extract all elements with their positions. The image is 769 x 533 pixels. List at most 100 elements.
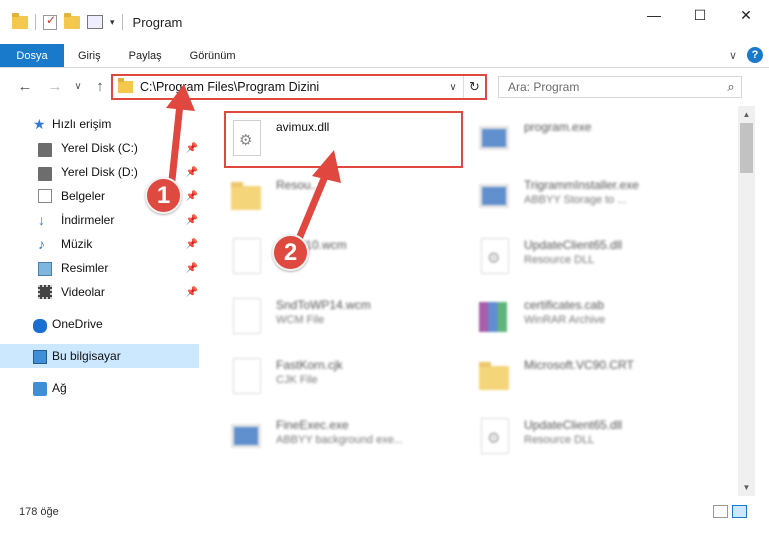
tab-file[interactable]: Dosya [0, 44, 64, 67]
highlight-box [224, 111, 463, 168]
file-type: ABBYY background exe... [276, 434, 403, 446]
pin-icon[interactable]: 📌 [186, 263, 198, 274]
sidebar-item-music[interactable]: ♪ Müzik 📌 [0, 232, 200, 256]
sidebar-item-videos[interactable]: Videolar 📌 [0, 280, 200, 304]
file-name: SndToWP14.wcm [276, 298, 371, 312]
recent-locations-icon[interactable]: ∨ [69, 81, 87, 92]
sidebar-item-label: Bu bilgisayar [52, 349, 121, 363]
sidebar-item-this-pc[interactable]: Bu bilgisayar [0, 344, 199, 368]
pin-icon[interactable]: 📌 [186, 191, 198, 202]
sidebar-item-onedrive[interactable]: OneDrive [0, 312, 200, 336]
file-type: WCM File [276, 314, 325, 326]
document-icon [231, 298, 263, 338]
back-arrow-icon[interactable]: ← [16, 78, 34, 95]
file-tile[interactable]: certificates.cab WinRAR Archive [475, 290, 711, 346]
ribbon-tabs: Dosya Giriş Paylaş Görünüm ∨ ? [0, 44, 769, 68]
sidebar-item-network[interactable]: Ağ [0, 376, 200, 400]
navigation-bar: ← → ∨ ↑ C:\Program Files\Program Dizini … [0, 68, 769, 106]
details-view-icon[interactable] [713, 505, 728, 518]
star-icon: ★ [33, 116, 46, 132]
view-switcher [713, 505, 747, 518]
scroll-down-icon[interactable]: ▼ [738, 479, 755, 496]
refresh-icon[interactable]: ↻ [463, 76, 485, 98]
sidebar-item-label: Yerel Disk (D:) [61, 165, 138, 179]
exe-icon [231, 418, 263, 458]
tab-view[interactable]: Görünüm [176, 44, 250, 67]
file-name: UpdateClient65.dll [524, 418, 623, 432]
file-tile[interactable]: SndToWP14.wcm WCM File [227, 290, 463, 346]
forward-arrow-icon[interactable]: → [46, 78, 64, 95]
ribbon-right-controls: ∨ ? [729, 47, 763, 63]
file-tile[interactable]: FineExec.exe ABBYY background exe... [227, 410, 463, 466]
file-tile[interactable]: program.exe [475, 112, 711, 168]
scroll-up-icon[interactable]: ▲ [738, 106, 755, 123]
expand-ribbon-icon[interactable]: ∨ [729, 49, 737, 62]
navigation-pane: ★ Hızlı erişim Yerel Disk (C:) 📌 Yerel D… [0, 106, 203, 496]
file-name: UpdateClient65.dll [524, 238, 623, 252]
status-bar: 178 öğe [0, 500, 769, 524]
downloads-icon: ↓ [38, 212, 45, 228]
toolbar-separator [121, 14, 123, 30]
search-input[interactable]: Ara: Program [508, 80, 721, 94]
sidebar-item-label: Belgeler [61, 189, 106, 203]
address-path[interactable]: C:\Program Files\Program Dizini [140, 80, 443, 94]
tab-home[interactable]: Giriş [64, 44, 115, 67]
file-name: Microsoft.VC90.CRT [524, 358, 634, 372]
help-icon[interactable]: ? [747, 47, 763, 63]
pin-icon[interactable]: 📌 [186, 143, 198, 154]
properties-check-icon[interactable] [43, 13, 57, 30]
file-name: FineExec.exe [276, 418, 349, 432]
scrollbar-thumb[interactable] [740, 123, 753, 173]
computer-icon [33, 349, 47, 364]
file-tile[interactable]: UpdateClient65.dll Resource DLL [475, 410, 711, 466]
sidebar-item-label: Videolar [61, 285, 105, 299]
item-count: 178 öğe [19, 506, 59, 518]
sidebar-item-pictures[interactable]: Resimler 📌 [0, 256, 200, 280]
file-name: TrigrammInstaller.exe [524, 178, 639, 192]
drive-icon [38, 166, 52, 181]
file-name: certificates.cab [524, 298, 605, 312]
dll-gear-icon [479, 238, 511, 278]
up-arrow-icon[interactable]: ↑ [91, 78, 109, 95]
drive-icon [38, 142, 52, 157]
view-options-icon[interactable] [87, 15, 103, 29]
pin-icon[interactable]: 📌 [186, 215, 198, 226]
tiles-view-icon[interactable] [732, 505, 747, 518]
address-bar[interactable]: C:\Program Files\Program Dizini ∨ ↻ [111, 74, 487, 100]
address-dropdown-icon[interactable]: ∨ [443, 82, 463, 93]
file-tile[interactable]: Microsoft.VC90.CRT [475, 350, 711, 406]
pin-icon[interactable]: 📌 [186, 287, 198, 298]
network-icon [33, 382, 47, 396]
file-type: Resource DLL [524, 434, 595, 446]
quick-access-toolbar: ▾ [12, 0, 123, 44]
folder-icon [479, 358, 511, 398]
close-button[interactable]: ✕ [723, 0, 769, 30]
file-tile[interactable]: FastKorn.cjk CJK File [227, 350, 463, 406]
file-tile[interactable]: ...WP10.wcm ...File [227, 230, 463, 286]
customize-toolbar-dropdown-icon[interactable]: ▾ [110, 17, 115, 28]
title-bar: ▾ Program — ☐ ✕ [0, 0, 769, 44]
sidebar-item-label: Ağ [52, 381, 67, 395]
step-1-badge: 1 [145, 177, 182, 214]
file-tile[interactable]: TrigrammInstaller.exe ABBYY Storage to .… [475, 170, 711, 226]
vertical-scrollbar[interactable]: ▲ ▼ [738, 106, 755, 496]
tab-share[interactable]: Paylaş [115, 44, 176, 67]
folder-icon[interactable] [12, 12, 28, 29]
maximize-button[interactable]: ☐ [677, 0, 723, 30]
sidebar-item-quick-access[interactable]: ★ Hızlı erişim [0, 112, 200, 136]
sidebar-item-label: Resimler [61, 261, 109, 275]
sidebar-item-label: OneDrive [52, 317, 103, 331]
document-icon [231, 358, 263, 398]
archive-icon [479, 298, 511, 338]
file-tile[interactable]: UpdateClient65.dll Resource DLL [475, 230, 711, 286]
search-icon[interactable]: ⌕ [721, 79, 741, 95]
new-folder-icon[interactable] [64, 12, 80, 29]
search-box[interactable]: Ara: Program ⌕ [498, 76, 742, 98]
file-tile[interactable]: Resou... [227, 170, 463, 226]
pin-icon[interactable]: 📌 [186, 167, 198, 178]
pin-icon[interactable]: 📌 [186, 239, 198, 250]
sidebar-item-local-disk-c[interactable]: Yerel Disk (C:) 📌 [0, 136, 200, 160]
minimize-button[interactable]: — [631, 0, 677, 30]
file-name: FastKorn.cjk [276, 358, 343, 372]
file-name: Resou... [276, 178, 321, 192]
